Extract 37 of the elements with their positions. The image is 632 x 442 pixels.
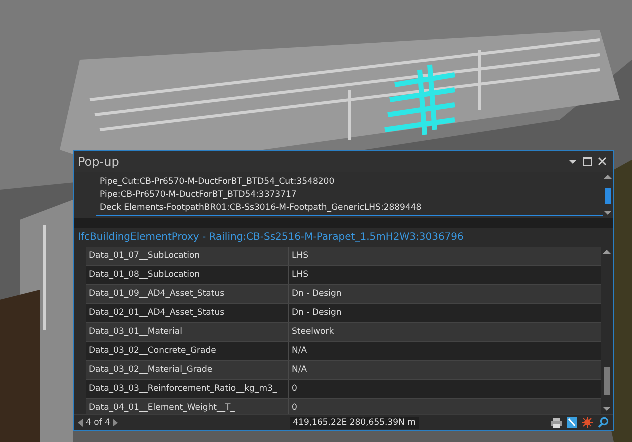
dropdown-icon[interactable] (569, 158, 577, 164)
scrollbar-thumb[interactable] (605, 188, 611, 204)
table-cell: Data_03_01__Material (86, 323, 289, 341)
feature-title-link[interactable]: IfcBuildingElementProxy - Railing:CB-Ss2516-M-Parapet_1.5mH2W3:3036796 (74, 228, 613, 247)
coordinates-text: 419,165.22E 280,655.39N m (290, 416, 419, 428)
table-cell-text: 0 (291, 402, 298, 415)
table-cell-text: Steelwork (291, 326, 336, 339)
previous-icon[interactable] (78, 418, 83, 426)
scroll-down-icon[interactable] (604, 210, 612, 216)
table-cell: Data_03_02__Concrete_Grade (86, 342, 289, 360)
table-cell: Data_03_02__Material_Grade (86, 361, 289, 379)
table-cell-text: Dn - Design (291, 307, 343, 320)
scrollbar-thumb[interactable] (604, 367, 610, 395)
window-title: Pop-up (78, 154, 120, 168)
feature-list-item[interactable]: Pipe_Cut:CB-Pr6570-M-DuctForBT_BTD54_Cut:3548200 (100, 176, 603, 189)
table-cell-text: N/A (291, 345, 308, 358)
table-cell-text: LHS (291, 269, 310, 282)
printer-icon[interactable] (551, 418, 562, 428)
feature-list-item[interactable]: Pipe:CB-Pr6570-M-DuctForBT_BTD54:3373717 (100, 189, 603, 202)
scroll-up-icon[interactable] (604, 174, 612, 180)
table-cell-text: N/A (291, 364, 308, 377)
scroll-up-icon[interactable] (603, 249, 611, 255)
zoom-to-icon[interactable] (598, 417, 609, 428)
table-cell: Data_01_08__SubLocation (86, 266, 289, 284)
close-icon[interactable] (598, 157, 607, 166)
table-cell: Data_01_07__SubLocation (86, 247, 289, 265)
table-cell-text: Dn - Design (291, 288, 343, 301)
feature-list-item[interactable]: Deck Elements-FootpathBR01:CB-Ss3016-M-Footpath_GenericLHS:2889448 (96, 202, 603, 216)
pager-text: 4 of 4 (86, 418, 110, 428)
scroll-down-icon[interactable] (603, 406, 611, 412)
maximize-icon[interactable] (583, 157, 592, 166)
table-cell-text: 0 (291, 383, 298, 396)
table-cell: Data_03_03__Reinforcement_Ratio__kg_m3_ (86, 380, 289, 398)
table-cell-text: LHS (291, 250, 310, 263)
table-cell: Data_02_01__AD4_Asset_Status (86, 304, 289, 322)
next-icon[interactable] (113, 418, 118, 426)
table-cell: Data_01_09__AD4_Asset_Status (86, 285, 289, 303)
